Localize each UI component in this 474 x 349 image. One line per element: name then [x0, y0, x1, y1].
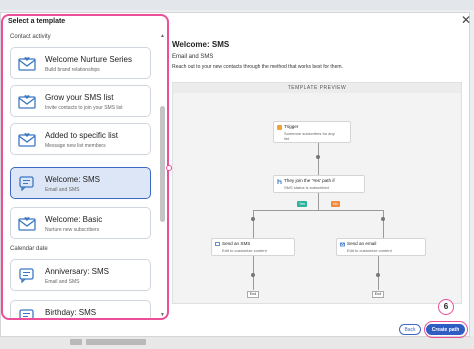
- list-scrollbar[interactable]: ▲ ▼: [159, 30, 166, 318]
- sms-action-title: Send an SMS: [222, 241, 251, 246]
- template-desc: Build brand relationships: [45, 67, 100, 73]
- callout-badge-6: 6: [438, 299, 454, 315]
- preview-header: TEMPLATE PREVIEW: [173, 83, 461, 93]
- template-title: Welcome Nurture Series: [45, 55, 132, 64]
- back-button[interactable]: Back: [399, 324, 421, 335]
- email-action-node: Send an email Edit to customize content: [336, 238, 426, 256]
- template-title: Added to specific list: [45, 131, 118, 140]
- connector-line: [253, 210, 383, 211]
- connector-dot: [316, 155, 320, 159]
- template-title: Anniversary: SMS: [45, 267, 110, 276]
- template-list[interactable]: Contact activity Welcome Nurture Series …: [3, 30, 158, 318]
- yes-tag: Yes: [297, 201, 307, 207]
- section-label-contact-activity: Contact activity: [10, 34, 51, 40]
- template-title: Welcome: Basic: [45, 215, 103, 224]
- trigger-icon: [277, 125, 282, 130]
- connector-line: [383, 210, 384, 238]
- connector-dot: [381, 217, 385, 221]
- template-card-welcome-nurture[interactable]: Welcome Nurture Series Build brand relat…: [10, 47, 151, 79]
- sms-action-node: Send an SMS Edit to customize content: [211, 238, 295, 256]
- template-list-panel: Select a template Contact activity Welco…: [1, 14, 169, 320]
- email-heart-icon: [18, 217, 36, 231]
- sms-bubble-icon: [19, 309, 34, 318]
- sms-bubble-icon: [19, 176, 34, 191]
- trigger-desc-2: list: [284, 136, 289, 141]
- ghost-block: [70, 339, 82, 345]
- template-card-grow-sms[interactable]: Grow your SMS list Invite contacts to jo…: [10, 85, 151, 117]
- template-title: Grow your SMS list: [45, 93, 114, 102]
- template-card-added-to-list[interactable]: Added to specific list Message new list …: [10, 123, 151, 155]
- template-desc: Nurture new subscribers: [45, 227, 100, 233]
- trigger-title: Trigger: [284, 124, 299, 129]
- trigger-desc: Someone subscribes for any: [284, 131, 335, 136]
- section-label-calendar-date: Calendar date: [10, 246, 48, 252]
- connector-line: [318, 193, 319, 210]
- sms-bubble-icon: [19, 268, 34, 283]
- template-desc: Invite contacts to join your SMS list: [45, 105, 123, 111]
- sms-action-desc: Edit to customize content: [222, 248, 267, 253]
- connector-line: [318, 143, 319, 175]
- template-desc: Message new list members: [45, 143, 106, 149]
- template-title: Birthday: SMS: [45, 308, 97, 317]
- condition-node: They join the 'Yes' path if SMS status i…: [273, 175, 365, 193]
- template-title: Welcome: SMS: [45, 175, 100, 184]
- template-card-welcome-basic[interactable]: Welcome: Basic Nurture new subscribers: [10, 207, 151, 239]
- trigger-node: Trigger Someone subscribes for any list: [273, 121, 351, 143]
- email-action-desc: Edit to customize content: [347, 248, 392, 253]
- branch-icon: [277, 179, 282, 184]
- ghost-block: [86, 339, 146, 345]
- scroll-down-icon[interactable]: ▼: [159, 312, 166, 318]
- scroll-up-icon[interactable]: ▲: [159, 33, 166, 39]
- template-card-welcome-sms[interactable]: Welcome: SMS Email and SMS: [10, 167, 151, 199]
- no-tag: No: [331, 201, 340, 207]
- sms-icon: [215, 242, 220, 246]
- app-top-bar: [0, 0, 474, 10]
- connector-line: [253, 210, 254, 238]
- connector-dot: [251, 273, 255, 277]
- detail-subtitle: Email and SMS: [172, 54, 214, 60]
- email-heart-icon: [18, 57, 36, 71]
- scroll-thumb[interactable]: [160, 106, 165, 222]
- template-card-anniversary-sms[interactable]: Anniversary: SMS Email and SMS: [10, 259, 151, 291]
- connector-dot: [376, 273, 380, 277]
- connector-dot: [251, 217, 255, 221]
- end-node: End: [372, 291, 384, 298]
- email-action-title: Send an email: [347, 241, 377, 246]
- close-icon[interactable]: ✕: [461, 14, 473, 26]
- condition-desc: SMS status is subscribed: [284, 185, 329, 190]
- template-desc: Email and SMS: [45, 187, 80, 193]
- detail-description: Reach out to your new contacts through t…: [172, 64, 343, 70]
- condition-title: They join the 'Yes' path if: [284, 178, 335, 183]
- detail-title: Welcome: SMS: [172, 40, 230, 49]
- email-heart-icon: [18, 95, 36, 109]
- template-card-birthday-sms[interactable]: Birthday: SMS: [10, 300, 151, 318]
- panel-title: Select a template: [8, 18, 66, 25]
- email-icon: [340, 242, 345, 247]
- app-bottom-strip: [0, 336, 474, 349]
- highlight-ring: [424, 321, 468, 338]
- end-node: End: [247, 291, 259, 298]
- template-desc: Email and SMS: [45, 279, 80, 285]
- email-heart-icon: [18, 133, 36, 147]
- template-preview: TEMPLATE PREVIEW Trigger Someone subscri…: [172, 82, 462, 304]
